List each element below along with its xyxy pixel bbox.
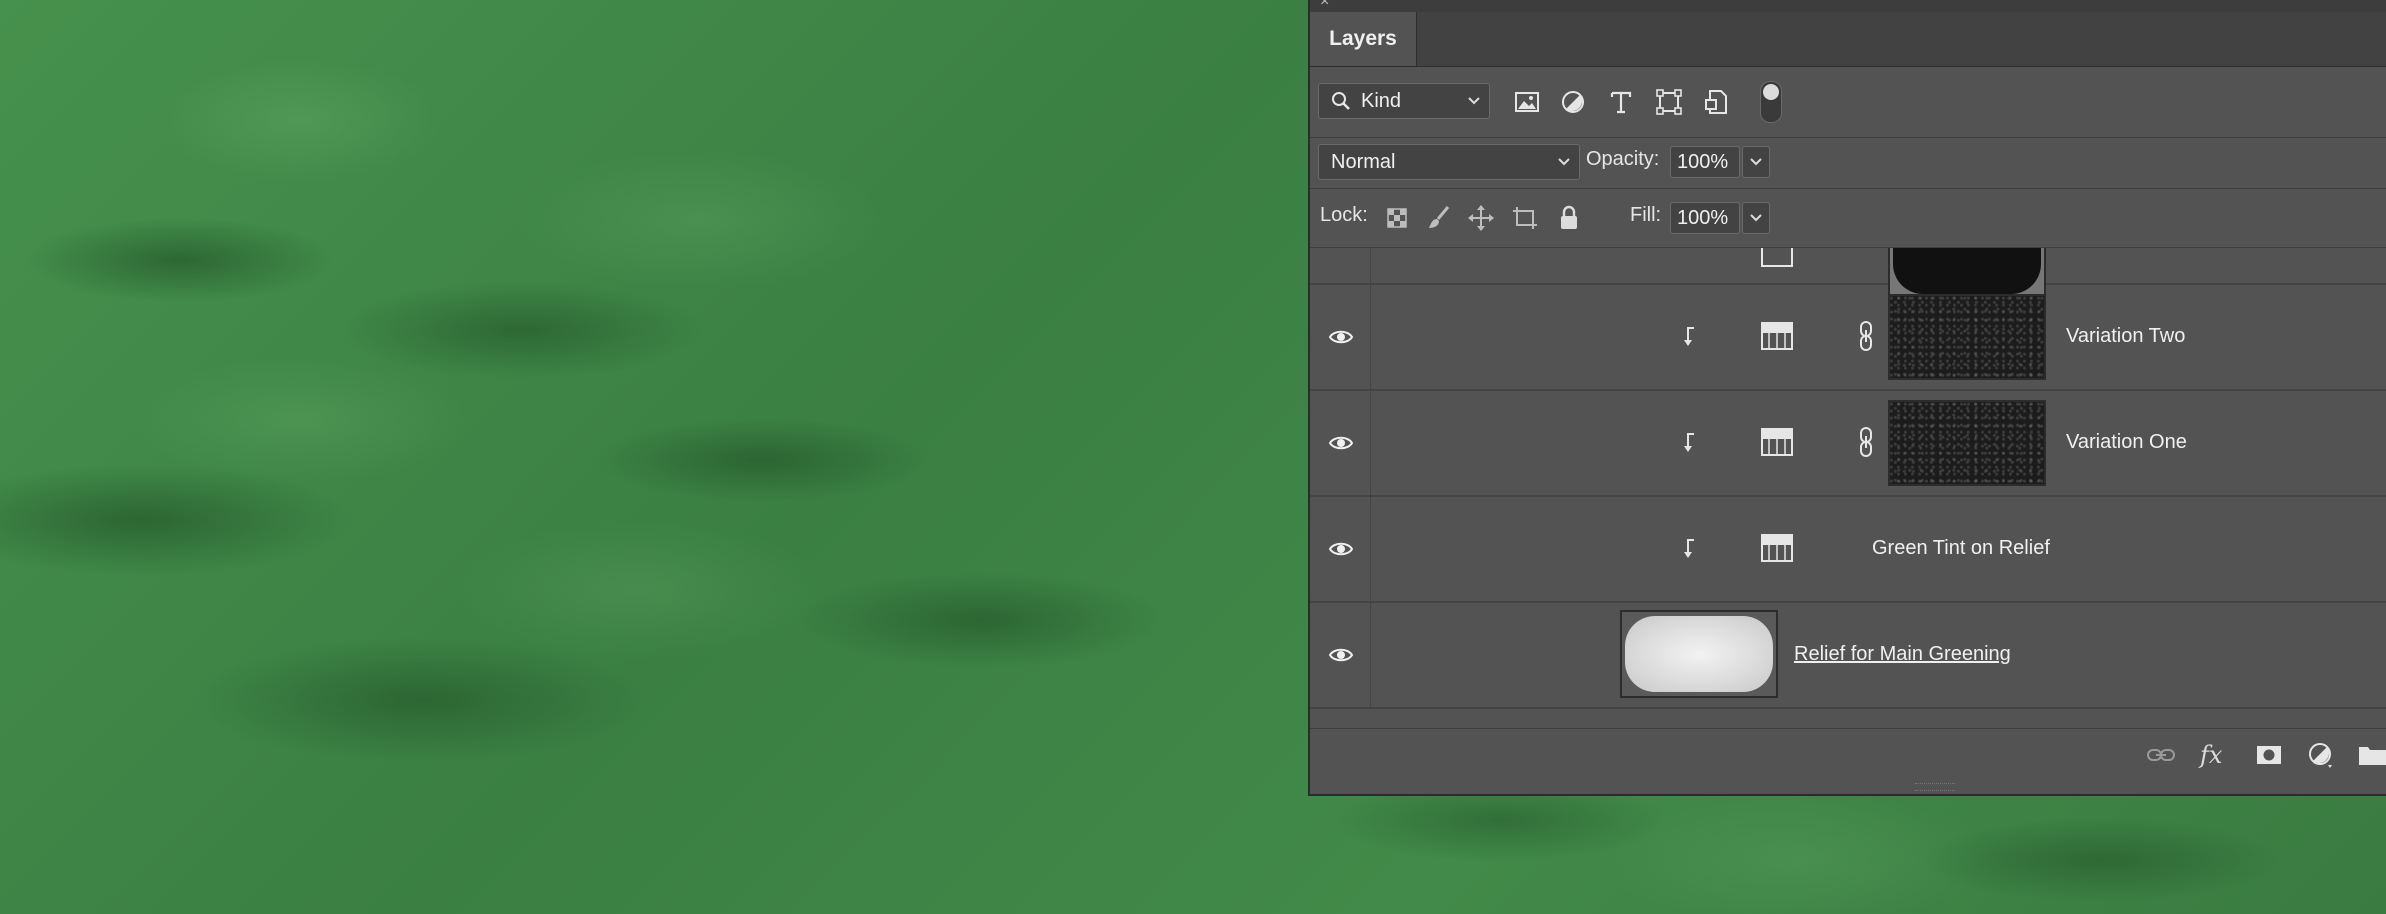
layers-bottom-toolbar: fx — [1310, 729, 2386, 781]
fill-dropdown-button[interactable] — [1742, 202, 1770, 234]
tab-layers[interactable]: Layers — [1310, 12, 1417, 66]
new-group-icon[interactable] — [2356, 741, 2386, 769]
lock-image-pixels-icon[interactable] — [1424, 203, 1454, 233]
panel-title-bar[interactable]: × — [1310, 0, 2386, 12]
eye-icon[interactable] — [1328, 430, 1354, 456]
chevron-down-icon — [1557, 145, 1571, 192]
layer-mask-thumbnail[interactable] — [1888, 294, 2046, 380]
eye-icon[interactable] — [1328, 536, 1354, 562]
search-icon — [1331, 84, 1351, 129]
visibility-column[interactable] — [1310, 390, 1371, 495]
shape-filter-icon[interactable] — [1654, 87, 1684, 117]
layer-thumbnail[interactable] — [1620, 610, 1778, 698]
opacity-field[interactable]: 100% — [1670, 146, 1740, 178]
close-icon[interactable]: × — [1320, 0, 1329, 10]
visibility-column[interactable] — [1310, 496, 1371, 601]
gradient-map-adjustment-icon[interactable] — [1760, 427, 1794, 457]
add-mask-icon[interactable] — [2254, 741, 2284, 769]
layer-name[interactable]: Green Tint on Relief — [1872, 496, 2050, 601]
fill-label: Fill: — [1630, 204, 1662, 226]
layer-name[interactable]: Variation One — [2066, 390, 2187, 495]
layers-panel: × Layers Kind Normal Opacity: 100% Lock:… — [1308, 0, 2386, 796]
lock-label: Lock: — [1320, 204, 1368, 226]
mask-link-icon[interactable] — [1858, 320, 1874, 352]
layer-row[interactable]: Green Tint on Relief — [1310, 496, 2386, 603]
lock-row: Lock: Fill: 100% — [1310, 189, 2386, 248]
image-filter-icon[interactable] — [1512, 87, 1542, 117]
layer-name[interactable]: Variation Two — [2066, 284, 2185, 389]
visibility-column[interactable] — [1310, 248, 1371, 283]
filter-kind-label: Kind — [1361, 90, 1402, 112]
gradient-map-adjustment-icon[interactable] — [1760, 533, 1794, 563]
adjustment-layer-icon — [1760, 248, 1794, 268]
smart-object-filter-icon[interactable] — [1702, 87, 1732, 117]
lock-position-icon[interactable] — [1466, 203, 1496, 233]
clipping-mask-arrow-icon — [1680, 536, 1700, 560]
gradient-map-adjustment-icon[interactable] — [1760, 321, 1794, 351]
eye-icon[interactable] — [1328, 642, 1354, 668]
fx-icon[interactable]: fx — [2200, 741, 2230, 769]
chevron-down-icon — [1467, 84, 1481, 131]
eye-icon[interactable] — [1328, 324, 1354, 350]
opacity-label: Opacity: — [1586, 148, 1660, 170]
mask-link-icon[interactable] — [1858, 426, 1874, 458]
lock-artboard-icon[interactable] — [1510, 203, 1540, 233]
lock-transparent-pixels-icon[interactable] — [1382, 203, 1412, 233]
panel-resize-grip[interactable] — [1915, 783, 1955, 791]
blend-mode-select[interactable]: Normal — [1318, 144, 1580, 180]
filter-toggle[interactable] — [1760, 81, 1782, 123]
filter-row: Kind — [1310, 67, 2386, 138]
layer-name[interactable]: Relief for Main Greening — [1794, 602, 2011, 707]
visibility-column[interactable] — [1310, 284, 1371, 389]
clipping-mask-arrow-icon — [1680, 324, 1700, 348]
adjustment-filter-icon[interactable] — [1558, 87, 1588, 117]
link-layers-icon[interactable] — [2146, 741, 2176, 769]
visibility-column[interactable] — [1310, 602, 1371, 707]
fill-field[interactable]: 100% — [1670, 202, 1740, 234]
panel-tab-bar: Layers — [1310, 12, 2386, 67]
layer-mask-thumbnail[interactable] — [1888, 400, 2046, 486]
type-filter-icon[interactable] — [1606, 87, 1636, 117]
lock-all-icon[interactable] — [1554, 203, 1584, 233]
filter-kind-select[interactable]: Kind — [1318, 83, 1490, 119]
layer-row[interactable]: Variation Two — [1310, 284, 2386, 391]
layers-list[interactable]: Variation Two Variation One Green Tint o… — [1310, 248, 2386, 729]
blend-row: Normal Opacity: 100% — [1310, 138, 2386, 189]
blend-mode-value: Normal — [1331, 151, 1396, 173]
layer-row-partial[interactable] — [1310, 248, 2386, 300]
new-adjustment-icon[interactable] — [2306, 741, 2336, 769]
clipping-mask-arrow-icon — [1680, 430, 1700, 454]
layer-row[interactable]: Variation One — [1310, 390, 2386, 497]
layer-row[interactable]: Relief for Main Greening — [1310, 602, 2386, 709]
opacity-dropdown-button[interactable] — [1742, 146, 1770, 178]
